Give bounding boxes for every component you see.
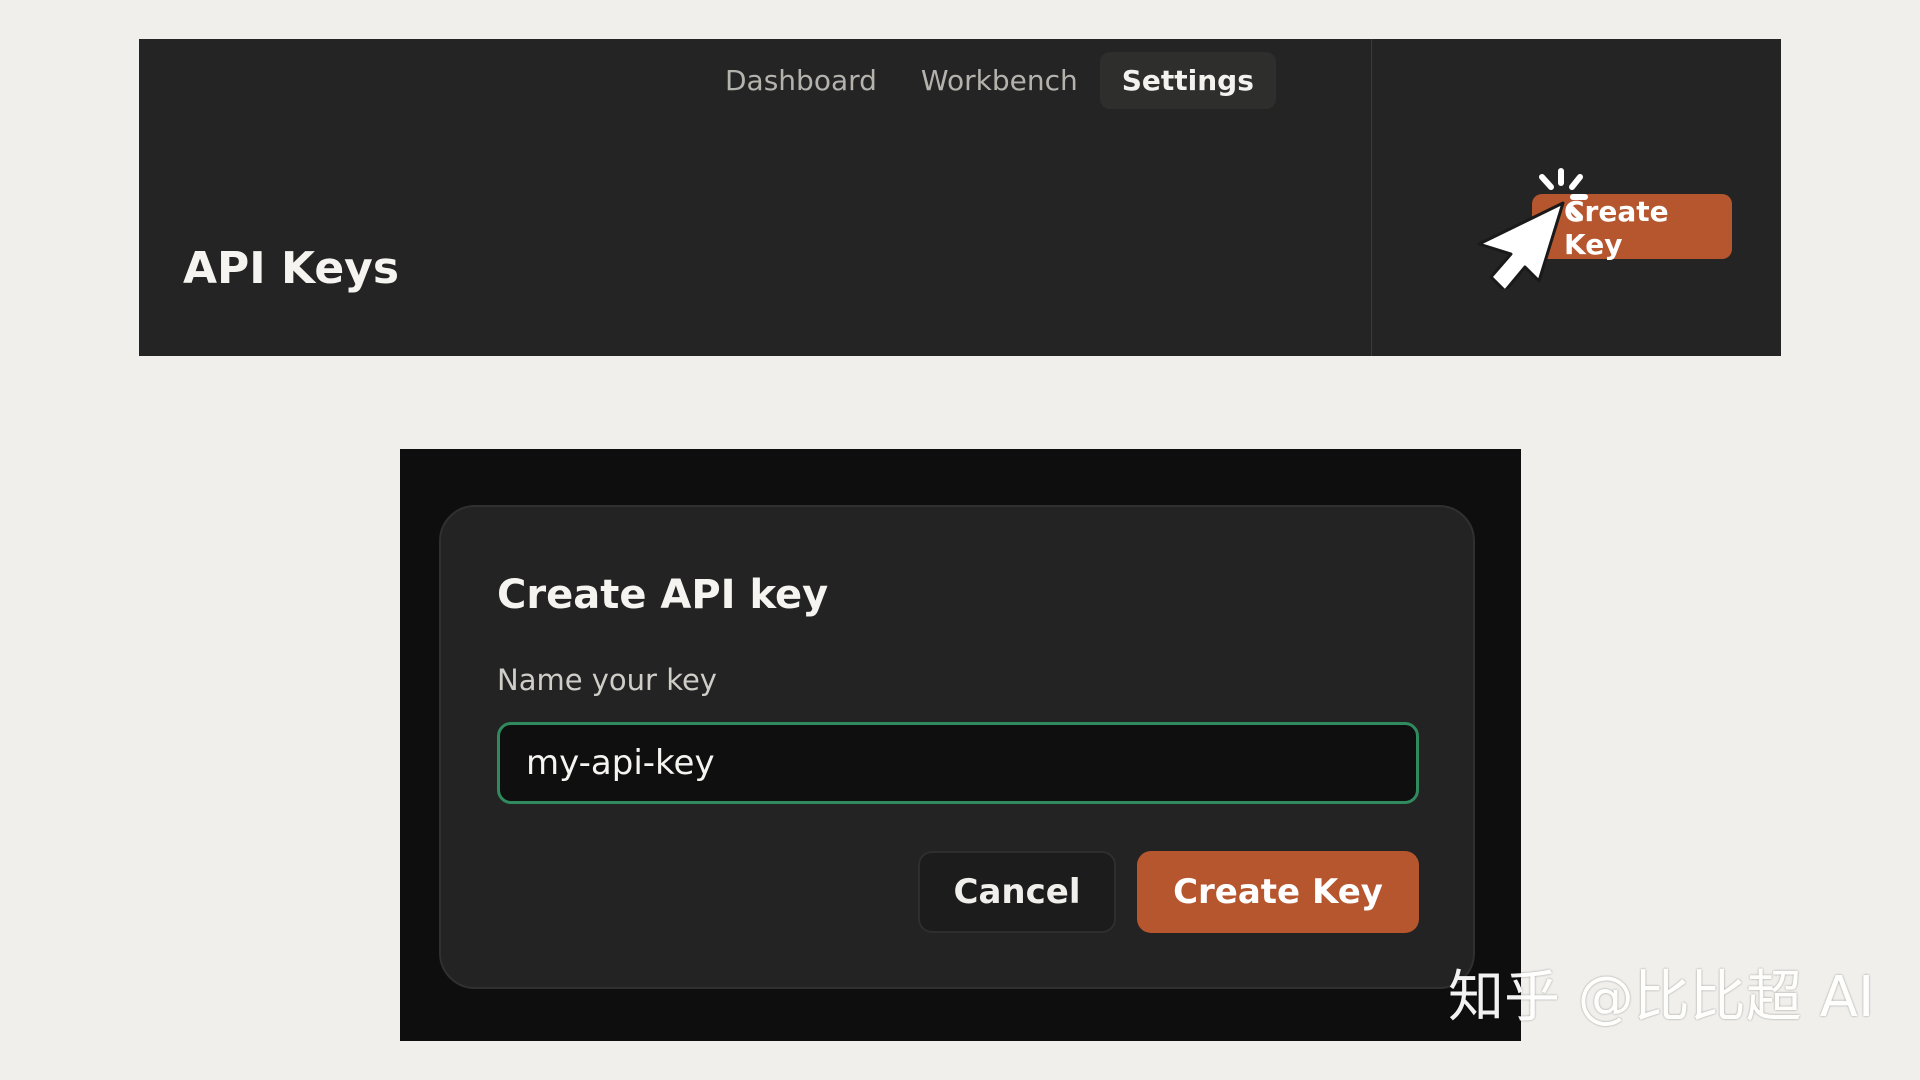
key-name-label: Name your key — [497, 663, 717, 697]
watermark: 知乎 @比比超 AI — [1448, 965, 1875, 1030]
dialog-title: Create API key — [497, 572, 829, 618]
key-name-input[interactable] — [497, 722, 1419, 804]
page-title: API Keys — [183, 243, 400, 294]
nav-tabs: Dashboard Workbench Settings — [703, 52, 1276, 109]
create-api-key-dialog: Create API key Name your key Cancel Crea… — [439, 505, 1475, 989]
create-key-submit-button[interactable]: Create Key — [1137, 851, 1419, 933]
cancel-button[interactable]: Cancel — [918, 851, 1116, 933]
dialog-backdrop: Create API key Name your key Cancel Crea… — [400, 449, 1521, 1041]
tab-dashboard[interactable]: Dashboard — [703, 52, 899, 109]
tab-workbench[interactable]: Workbench — [899, 52, 1100, 109]
tab-settings[interactable]: Settings — [1099, 52, 1276, 109]
create-key-button[interactable]: Create Key — [1532, 194, 1732, 261]
console-header: Dashboard Workbench Settings API Keys Cr… — [139, 39, 1781, 356]
header-divider — [1371, 39, 1372, 356]
